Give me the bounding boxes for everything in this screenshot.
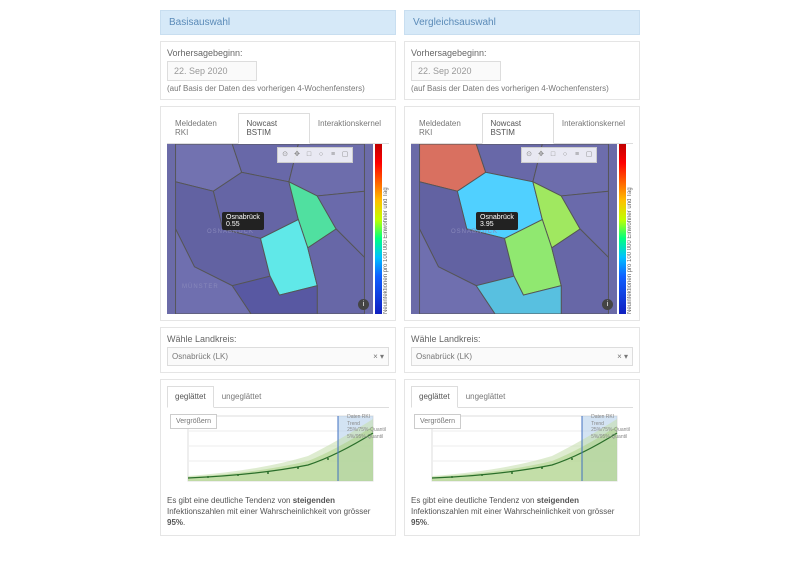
date-hint: (auf Basis der Daten des vorherigen 4-Wo… xyxy=(411,84,633,93)
trend-chart-right[interactable]: Vergrößern Daten RKI Trend 25%/75%-Quant… xyxy=(411,411,633,491)
menu-icon[interactable]: ≡ xyxy=(328,150,338,160)
map-label-munster: MÜNSTER xyxy=(182,284,219,290)
colorbar-right: Neuinfektionen pro 100 000 Einwohner und… xyxy=(619,144,633,314)
tooltip-value: 0.55 xyxy=(226,221,260,228)
map-left[interactable]: OSNABRÜCK MÜNSTER ⊙ ✥ □ ○ ≡ ▢ Osnabrück … xyxy=(167,144,373,314)
landkreis-select-left[interactable]: Osnabrück (LK) × ▾ xyxy=(167,347,389,366)
landkreis-card-left: Wähle Landkreis: Osnabrück (LK) × ▾ xyxy=(160,327,396,373)
tab-geglaettet[interactable]: geglättet xyxy=(167,386,214,408)
lasso-icon[interactable]: ○ xyxy=(316,150,326,160)
tab-meldedaten[interactable]: Meldedaten RKI xyxy=(167,113,238,143)
chevron-down-icon: × ▾ xyxy=(617,352,628,361)
landkreis-label: Wähle Landkreis: xyxy=(411,334,633,344)
trend-description: Es gibt eine deutliche Tendenz von steig… xyxy=(167,495,389,529)
forecast-card-right: Vorhersagebeginn: (auf Basis der Daten d… xyxy=(404,41,640,100)
enlarge-button[interactable]: Vergrößern xyxy=(414,414,461,429)
chart-card-right: geglättet ungeglättet Vergrößern Daten R… xyxy=(404,379,640,536)
landkreis-label: Wähle Landkreis: xyxy=(167,334,389,344)
date-hint: (auf Basis der Daten des vorherigen 4-Wo… xyxy=(167,84,389,93)
save-icon[interactable]: ▢ xyxy=(584,150,594,160)
zoom-icon[interactable]: □ xyxy=(548,150,558,160)
tab-nowcast[interactable]: Nowcast BSTIM xyxy=(238,113,309,144)
tooltip-title: Osnabrück xyxy=(226,214,260,221)
map-tabs-left: Meldedaten RKI Nowcast BSTIM Interaktion… xyxy=(167,113,389,144)
map-tooltip: Osnabrück 0.55 xyxy=(222,212,264,230)
chart-card-left: geglättet ungeglättet Vergrößern Daten R… xyxy=(160,379,396,536)
map-card-left: Meldedaten RKI Nowcast BSTIM Interaktion… xyxy=(160,106,396,321)
forecast-label: Vorhersagebeginn: xyxy=(167,48,389,58)
landkreis-value: Osnabrück (LK) xyxy=(172,352,228,361)
trend-chart-left[interactable]: Vergrößern Daten RKI Trend 25%/75%-Quant… xyxy=(167,411,389,491)
right-header: Vergleichsauswahl xyxy=(404,10,640,35)
enlarge-button[interactable]: Vergrößern xyxy=(170,414,217,429)
date-input-left[interactable] xyxy=(167,61,257,81)
map-toolbar-right: ⊙ ✥ □ ○ ≡ ▢ xyxy=(521,147,597,163)
pan-icon[interactable]: ✥ xyxy=(292,150,302,160)
chevron-down-icon: × ▾ xyxy=(373,352,384,361)
home-icon[interactable]: ⊙ xyxy=(524,150,534,160)
left-header: Basisauswahl xyxy=(160,10,396,35)
tooltip-title: Osnabrück xyxy=(480,214,514,221)
forecast-card-left: Vorhersagebeginn: (auf Basis der Daten d… xyxy=(160,41,396,100)
landkreis-value: Osnabrück (LK) xyxy=(416,352,472,361)
map-tooltip: Osnabrück 3.95 xyxy=(476,212,518,230)
landkreis-card-right: Wähle Landkreis: Osnabrück (LK) × ▾ xyxy=(404,327,640,373)
map-card-right: Meldedaten RKI Nowcast BSTIM Interaktion… xyxy=(404,106,640,321)
info-icon[interactable]: i xyxy=(602,299,613,310)
right-panel: Vergleichsauswahl Vorhersagebeginn: (auf… xyxy=(404,10,640,536)
tab-geglaettet[interactable]: geglättet xyxy=(411,386,458,408)
colorbar-label: Neuinfektionen pro 100 000 Einwohner und… xyxy=(627,144,633,314)
tab-nowcast[interactable]: Nowcast BSTIM xyxy=(482,113,553,144)
tab-meldedaten[interactable]: Meldedaten RKI xyxy=(411,113,482,143)
pan-icon[interactable]: ✥ xyxy=(536,150,546,160)
tab-interaktion[interactable]: Interaktionskernel xyxy=(554,113,633,143)
tab-ungeglaettet[interactable]: ungeglättet xyxy=(458,386,514,407)
tab-interaktion[interactable]: Interaktionskernel xyxy=(310,113,389,143)
forecast-label: Vorhersagebeginn: xyxy=(411,48,633,58)
colorbar-left: Neuinfektionen pro 100 000 Einwohner und… xyxy=(375,144,389,314)
map-right[interactable]: OSNABRÜCK ⊙ ✥ □ ○ ≡ ▢ Osnabrück 3.95 i xyxy=(411,144,617,314)
lasso-icon[interactable]: ○ xyxy=(560,150,570,160)
colorbar-label: Neuinfektionen pro 100 000 Einwohner und… xyxy=(383,144,389,314)
chart-legend: Daten RKI Trend 25%/75%-Quantil 5%/95%-Q… xyxy=(347,414,386,440)
date-input-right[interactable] xyxy=(411,61,501,81)
left-panel: Basisauswahl Vorhersagebeginn: (auf Basi… xyxy=(160,10,396,536)
tab-ungeglaettet[interactable]: ungeglättet xyxy=(214,386,270,407)
zoom-icon[interactable]: □ xyxy=(304,150,314,160)
info-icon[interactable]: i xyxy=(358,299,369,310)
menu-icon[interactable]: ≡ xyxy=(572,150,582,160)
home-icon[interactable]: ⊙ xyxy=(280,150,290,160)
tooltip-value: 3.95 xyxy=(480,221,514,228)
landkreis-select-right[interactable]: Osnabrück (LK) × ▾ xyxy=(411,347,633,366)
trend-description: Es gibt eine deutliche Tendenz von steig… xyxy=(411,495,633,529)
map-toolbar-left: ⊙ ✥ □ ○ ≡ ▢ xyxy=(277,147,353,163)
save-icon[interactable]: ▢ xyxy=(340,150,350,160)
chart-legend: Daten RKI Trend 25%/75%-Quantil 5%/95%-Q… xyxy=(591,414,630,440)
